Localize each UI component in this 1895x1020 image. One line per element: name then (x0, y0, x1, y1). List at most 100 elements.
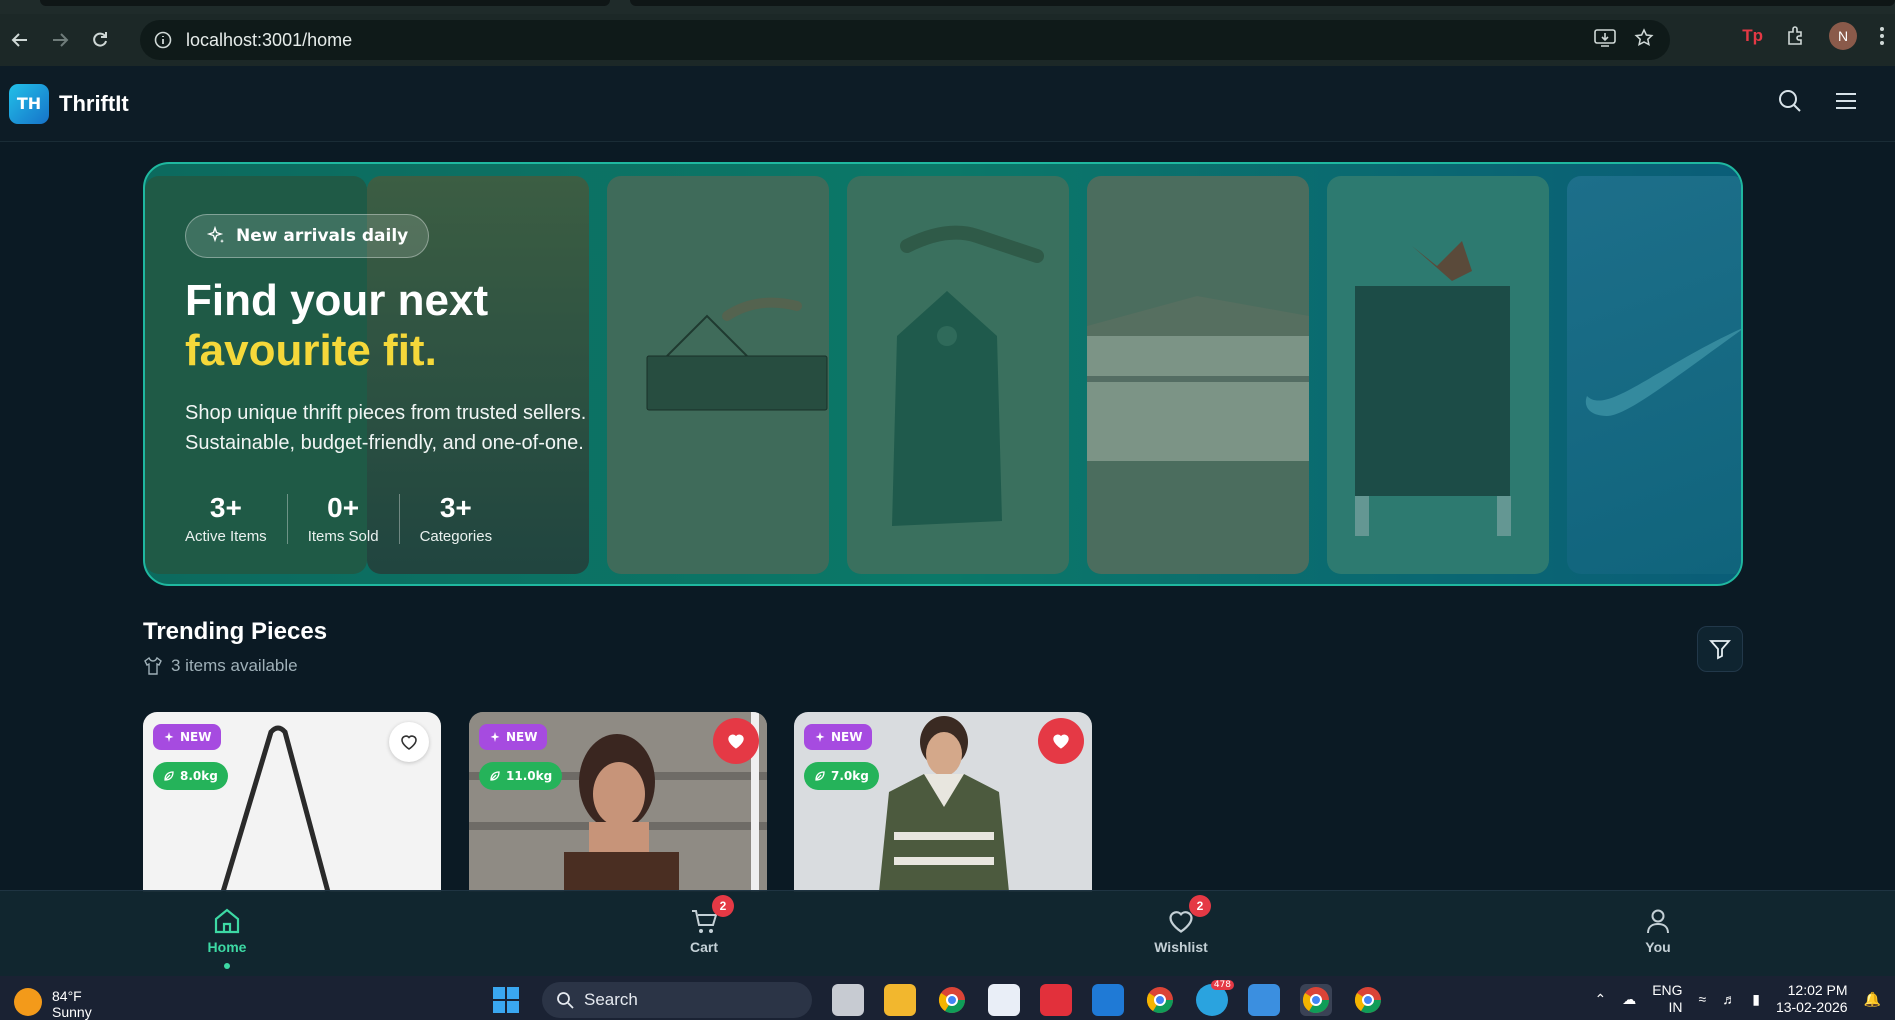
chevron-up-icon[interactable]: ⌃ (1594, 991, 1606, 1008)
cloud-icon[interactable]: ☁ (1622, 991, 1636, 1008)
sparkles-icon (206, 226, 224, 243)
url-text: localhost:3001/home (186, 29, 353, 50)
hero-subtitle-line: Sustainable, budget-friendly, and one-of… (185, 432, 584, 454)
app-name[interactable]: ThriftIt (59, 91, 129, 117)
shirt-icon (144, 656, 162, 675)
active-indicator (224, 963, 230, 969)
wifi-icon[interactable]: ≈ (1699, 991, 1707, 1007)
address-bar[interactable]: localhost:3001/home (140, 20, 1670, 60)
extensions-puzzle-icon[interactable] (1785, 25, 1807, 47)
telegram-count-badge: 478 (1210, 980, 1234, 990)
stat-label: Categories (419, 528, 493, 545)
weather-widget[interactable]: 84°F Sunny (14, 988, 92, 1020)
nav-label: Cart (689, 939, 718, 955)
start-button[interactable] (490, 984, 522, 1016)
profile-avatar[interactable]: N (1829, 22, 1857, 50)
weight-badge: 11.0kg (479, 762, 563, 790)
new-badge-label: NEW (506, 730, 538, 744)
region-label: IN (1668, 999, 1683, 1015)
file-explorer-icon[interactable] (884, 984, 916, 1016)
wishlist-toggle-button[interactable] (389, 722, 429, 762)
new-arrivals-pill[interactable]: New arrivals daily (185, 214, 430, 258)
app-header: TH ThriftIt (0, 66, 1895, 142)
sparkles-icon (815, 732, 825, 742)
nav-label: Home (207, 939, 247, 955)
extension-tp-icon[interactable]: Tp (1742, 26, 1763, 46)
app-logo[interactable]: TH (9, 83, 49, 124)
install-app-icon[interactable] (1594, 28, 1616, 48)
chrome-logo-icon (1354, 987, 1382, 1014)
browser-toolbar: localhost:3001/home Tp N (0, 14, 1895, 66)
wishlist-toggle-button[interactable] (713, 718, 759, 764)
forward-button[interactable] (40, 20, 80, 60)
volume-icon[interactable]: ♬ (1722, 991, 1736, 1007)
chrome-profile-icon[interactable] (1144, 984, 1176, 1016)
weight-badge: 8.0kg (153, 762, 228, 790)
stat-label: Active Items (185, 528, 267, 545)
nav-wishlist[interactable]: 2 Wishlist (1121, 895, 1241, 955)
stat-value: 3+ (439, 492, 472, 523)
product-card[interactable]: NEW 7.0kg (794, 712, 1092, 892)
heart-filled-icon (728, 734, 744, 749)
browser-tab[interactable] (630, 0, 1895, 6)
product-card[interactable]: NEW 11.0kg (469, 712, 767, 892)
weight-badge-label: 11.0kg (506, 769, 553, 783)
taskbar-search[interactable]: Search (542, 982, 812, 1018)
discount-board-image (1355, 241, 1511, 536)
wishlist-toggle-button[interactable] (1038, 718, 1084, 764)
hero-title-accent: favourite fit. (185, 326, 437, 375)
language-label: ENG (1652, 982, 1683, 998)
items-count-text: 3 items available (171, 656, 298, 675)
sparkles-icon (490, 732, 500, 742)
browser-tab[interactable] (40, 0, 610, 6)
sale-tag-image (892, 225, 1044, 526)
os-taskbar: 84°F Sunny Search 478 ⌃ ☁ ENG IN ≈ ♬ ▮ 1… (0, 976, 1895, 1020)
stat-categories: 3+ Categories (400, 492, 513, 545)
filter-icon (1709, 640, 1731, 660)
arrow-right-icon (53, 33, 69, 47)
hero-banner: New arrivals daily Find your next favour… (143, 162, 1743, 586)
nav-cart[interactable]: 2 Cart (644, 895, 764, 955)
reload-icon (93, 32, 107, 47)
hero-image-panel (607, 176, 829, 574)
menu-icon[interactable] (1833, 88, 1859, 114)
vscode-icon[interactable] (1092, 984, 1124, 1016)
hero-image-panel (1087, 176, 1309, 574)
hero-title: Find your next favourite fit. (185, 276, 586, 376)
wps-office-icon[interactable] (1040, 984, 1072, 1016)
chrome-active-icon[interactable] (1300, 984, 1332, 1016)
heart-outline-icon (401, 735, 417, 750)
task-view-icon[interactable] (832, 984, 864, 1016)
pill-label: New arrivals daily (236, 226, 409, 246)
sparkles-icon (164, 732, 174, 742)
sun-icon (14, 988, 42, 1016)
leaf-icon (815, 771, 825, 781)
chrome-secondary-icon[interactable] (1352, 984, 1384, 1016)
telegram-icon[interactable]: 478 (1196, 980, 1234, 1016)
nav-you[interactable]: You (1598, 903, 1718, 955)
filter-button[interactable] (1697, 626, 1743, 672)
stat-items-sold: 0+ Items Sold (288, 492, 399, 545)
arrow-left-icon (11, 33, 27, 47)
info-icon[interactable] (154, 31, 172, 49)
chrome-logo-icon (1302, 987, 1330, 1014)
stat-label: Items Sold (307, 528, 379, 545)
search-icon[interactable] (1777, 88, 1803, 114)
new-badge-label: NEW (180, 730, 212, 744)
star-icon[interactable] (1634, 28, 1654, 48)
chrome-icon[interactable] (936, 984, 968, 1016)
more-vert-icon[interactable] (1879, 26, 1885, 46)
taskbar-search-label: Search (584, 990, 638, 1009)
photos-app-icon[interactable] (1248, 984, 1280, 1016)
calendar-app-icon[interactable] (988, 984, 1020, 1016)
leaf-icon (490, 771, 500, 781)
back-button[interactable] (0, 20, 40, 60)
product-card[interactable]: NEW 8.0kg (143, 712, 441, 892)
reload-button[interactable] (80, 20, 120, 60)
language-indicator[interactable]: ENG IN (1652, 982, 1682, 1016)
system-clock[interactable]: 12:02 PM 13-02-2026 (1776, 982, 1848, 1016)
notification-bell-icon[interactable]: 🔔 (1864, 991, 1881, 1008)
nav-home[interactable]: Home (167, 903, 287, 969)
swoosh-image (1585, 328, 1741, 416)
battery-icon[interactable]: ▮ (1752, 991, 1760, 1008)
